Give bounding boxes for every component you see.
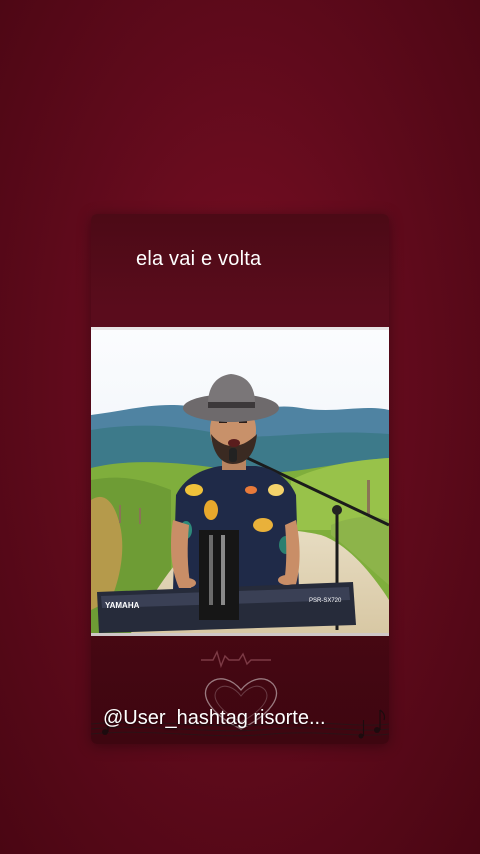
video-card[interactable]: ela vai e volta YAMAHA PSR-SX720 @User_h… xyxy=(91,214,389,744)
top-caption: ela vai e volta xyxy=(136,248,262,270)
keyboard-brand-label: YAMAHA xyxy=(105,601,140,610)
bottom-caption: @User_hashtag risorte... xyxy=(103,707,326,729)
keyboard-model-label: PSR-SX720 xyxy=(309,598,342,604)
video-frame-image: YAMAHA PSR-SX720 xyxy=(91,330,389,633)
video-frame[interactable]: YAMAHA PSR-SX720 xyxy=(91,327,389,636)
